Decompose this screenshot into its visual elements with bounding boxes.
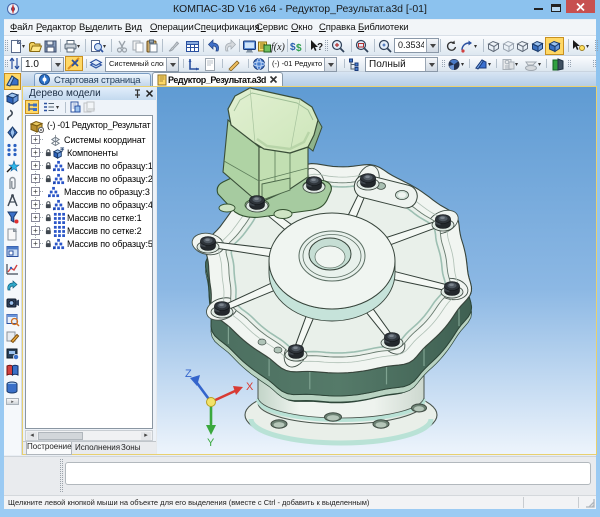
svg-text:Y: Y (207, 437, 215, 449)
svg-text:X: X (246, 381, 254, 393)
svg-text:Z: Z (185, 368, 192, 380)
svg-text:?: ? (317, 42, 323, 53)
svg-text:f(x): f(x) (271, 42, 286, 53)
svg-text:$: $ (296, 43, 302, 54)
